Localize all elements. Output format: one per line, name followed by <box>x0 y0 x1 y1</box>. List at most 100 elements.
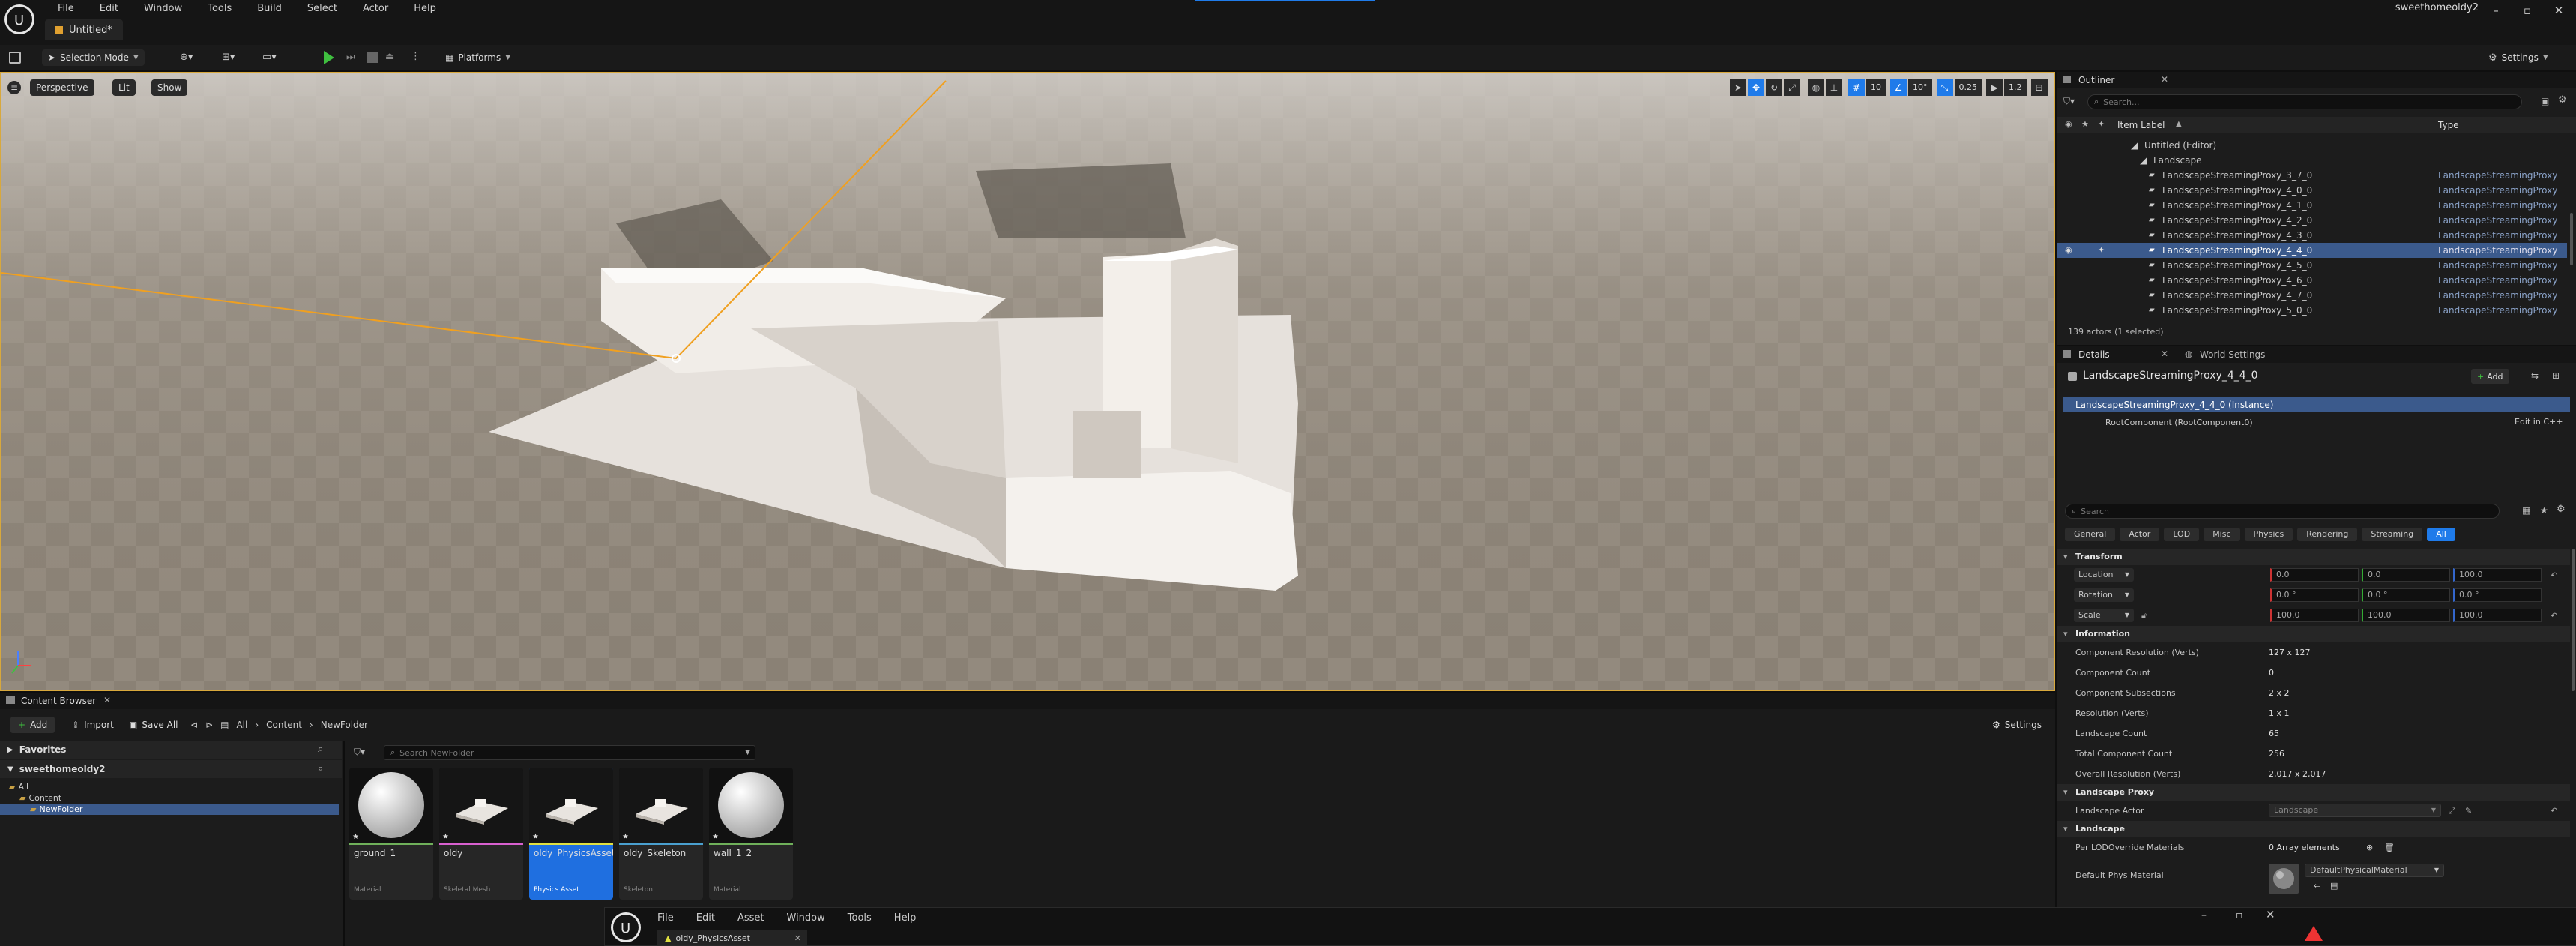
menu-actor[interactable]: Actor <box>350 0 401 18</box>
minimize-icon[interactable]: – <box>2481 1 2511 19</box>
asset-editor-tab[interactable]: ▲ oldy_PhysicsAsset ✕ <box>657 930 807 945</box>
tree-all[interactable]: ▰ All <box>0 781 342 792</box>
tree-world[interactable]: ◢ Untitled (Editor) <box>2057 138 2567 153</box>
eye-icon[interactable]: ◉ <box>2065 119 2072 129</box>
outliner-row[interactable]: ▰ LandscapeStreamingProxy_5_0_0 LandscapeS… <box>2057 303 2567 318</box>
information-category[interactable]: Information <box>2057 626 2570 642</box>
arrow-left-icon[interactable]: ⇐ <box>2314 876 2320 896</box>
landscape-category[interactable]: Landscape <box>2057 821 2570 837</box>
menu-edit[interactable]: Edit <box>696 912 715 924</box>
menu-tools[interactable]: Tools <box>195 0 244 18</box>
eject-icon[interactable]: ⏏ <box>385 51 394 62</box>
tree-folder-landscape[interactable]: ◢ Landscape <box>2057 153 2567 168</box>
rotation-x[interactable]: 0.0 ° <box>2270 588 2359 602</box>
outliner-row[interactable]: ▰ LandscapeStreamingProxy_4_6_0 LandscapeS… <box>2057 273 2567 288</box>
platforms-button[interactable]: ▦ Platforms ▼ <box>445 49 510 66</box>
tree-newfolder[interactable]: ▰ NewFolder <box>0 804 339 815</box>
step-icon[interactable]: ⏭ <box>346 52 355 63</box>
select-icon[interactable]: ➤ <box>1730 79 1746 96</box>
grid-snap-icon[interactable]: # <box>1848 79 1865 96</box>
outliner-scrollbar[interactable] <box>2570 213 2573 265</box>
unreal-logo-icon[interactable]: U <box>4 4 34 34</box>
material-thumbnail[interactable] <box>2269 864 2299 894</box>
star-icon[interactable]: ★ <box>532 833 539 841</box>
close-icon[interactable]: ✕ <box>103 695 111 705</box>
star-icon[interactable]: ★ <box>2081 119 2089 129</box>
maximize-icon[interactable]: ▫ <box>2236 909 2243 921</box>
scale-dropdown[interactable]: Scale ▼ <box>2074 609 2134 622</box>
outliner-row[interactable]: ▰ LandscapeStreamingProxy_4_2_0 LandscapeS… <box>2057 213 2567 228</box>
star-icon[interactable]: ★ <box>442 833 449 841</box>
cb-settings-button[interactable]: ⚙ Settings <box>1992 717 2042 733</box>
scale-icon[interactable]: ⤢ <box>1784 79 1800 96</box>
perspective-button[interactable]: Perspective <box>30 79 94 96</box>
outliner-tab[interactable]: Outliner <box>2078 75 2114 85</box>
type-column[interactable]: Type <box>2438 120 2459 130</box>
star-icon[interactable]: ★ <box>2540 505 2548 516</box>
outliner-row[interactable]: ▰ LandscapeStreamingProxy_4_5_0 LandscapeS… <box>2057 258 2567 273</box>
filter-tab-general[interactable]: General <box>2065 528 2116 541</box>
add-actor-icon[interactable]: ⊕▾ <box>180 52 199 64</box>
filter-tab-streaming[interactable]: Streaming <box>2362 528 2423 541</box>
filter-tab-misc[interactable]: Misc <box>2204 528 2240 541</box>
outliner-row[interactable]: ▰ LandscapeStreamingProxy_4_0_0 LandscapeS… <box>2057 183 2567 198</box>
search-icon[interactable]: ⌕ <box>318 744 323 755</box>
scale-y[interactable]: 100.0 <box>2362 609 2450 622</box>
breadcrumb-newfolder[interactable]: NewFolder <box>321 720 368 730</box>
import-button[interactable]: ⇪ Import <box>72 717 114 733</box>
save-all-button[interactable]: ▣ Save All <box>129 717 178 733</box>
menu-file[interactable]: File <box>45 0 87 18</box>
instance-row[interactable]: LandscapeStreamingProxy_4_4_0 (Instance) <box>2063 397 2570 412</box>
filter-icon[interactable]: ⛉▾ <box>2063 96 2075 107</box>
add-button[interactable]: + Add <box>10 717 55 733</box>
filter-tab-physics[interactable]: Physics <box>2244 528 2293 541</box>
save-icon[interactable] <box>9 52 21 64</box>
folder-icon[interactable]: ▤ <box>2330 876 2338 896</box>
pin-icon[interactable]: ✦ <box>2098 243 2105 258</box>
reset-icon[interactable]: ↶ <box>2551 565 2557 585</box>
asset-search[interactable]: ⌕ Search NewFolder ▼ <box>384 745 755 760</box>
eye-icon[interactable]: ◉ <box>2065 243 2072 258</box>
asset-tile[interactable]: ★ oldy_PhysicsAsset Physics Asset <box>529 768 613 900</box>
menu-select[interactable]: Select <box>295 0 350 18</box>
star-icon[interactable]: ★ <box>622 833 629 841</box>
star-icon[interactable]: ★ <box>352 833 359 841</box>
cinematics-icon[interactable]: ▭▾ <box>262 52 292 64</box>
blueprint-convert-icon[interactable]: ⇆ <box>2531 370 2539 381</box>
landscape-proxy-category[interactable]: Landscape Proxy <box>2057 784 2570 801</box>
maximize-icon[interactable]: ▫ <box>2512 1 2542 19</box>
landscape-actor-dropdown[interactable]: Landscape ▼ <box>2269 804 2441 817</box>
outliner-row[interactable]: ▰ LandscapeStreamingProxy_4_7_0 LandscapeS… <box>2057 288 2567 303</box>
surface-snap-icon[interactable]: ⊥ <box>1826 79 1842 96</box>
menu-help[interactable]: Help <box>894 912 917 924</box>
move-icon[interactable]: ✥ <box>1748 79 1764 96</box>
asset-tile[interactable]: ★ oldy_Skeleton Skeleton <box>619 768 703 900</box>
play-options-icon[interactable]: ⋮ <box>411 51 420 62</box>
grid-snap-value[interactable]: 10 <box>1866 79 1886 96</box>
location-dropdown[interactable]: Location ▼ <box>2074 568 2134 582</box>
scale-snap-icon[interactable]: ⤡ <box>1936 79 1953 96</box>
breadcrumb-content[interactable]: Content <box>266 720 302 730</box>
layout-icon[interactable]: ⊞ <box>2030 79 2048 96</box>
close-icon[interactable]: ✕ <box>794 933 801 943</box>
search-icon[interactable]: ⌕ <box>318 763 323 774</box>
menu-window[interactable]: Window <box>787 912 825 924</box>
asset-tile[interactable]: ★ oldy Skeletal Mesh <box>439 768 523 900</box>
tree-content[interactable]: ▰ Content <box>0 792 342 804</box>
actor-name[interactable]: LandscapeStreamingProxy_4_4_0 <box>2083 370 2258 382</box>
add-component-button[interactable]: + Add <box>2471 369 2509 384</box>
rotation-y[interactable]: 0.0 ° <box>2362 588 2450 602</box>
star-icon[interactable]: ★ <box>712 833 719 841</box>
root-component-row[interactable]: RootComponent (RootComponent0) <box>2063 415 2570 430</box>
location-y[interactable]: 0.0 <box>2362 568 2450 582</box>
play-icon[interactable] <box>324 51 334 64</box>
stop-icon[interactable] <box>367 52 378 63</box>
edit-cpp-link[interactable]: Edit in C++ <box>2515 417 2563 427</box>
content-browser-tab[interactable]: Content Browser <box>21 696 96 706</box>
filter-tab-actor[interactable]: Actor <box>2120 528 2160 541</box>
location-x[interactable]: 0.0 <box>2270 568 2359 582</box>
menu-file[interactable]: File <box>657 912 674 924</box>
table-view-icon[interactable]: ▦ <box>2522 505 2530 516</box>
details-search[interactable]: ⌕ Search <box>2065 504 2500 519</box>
gear-icon[interactable]: ⚙ <box>2558 94 2567 106</box>
